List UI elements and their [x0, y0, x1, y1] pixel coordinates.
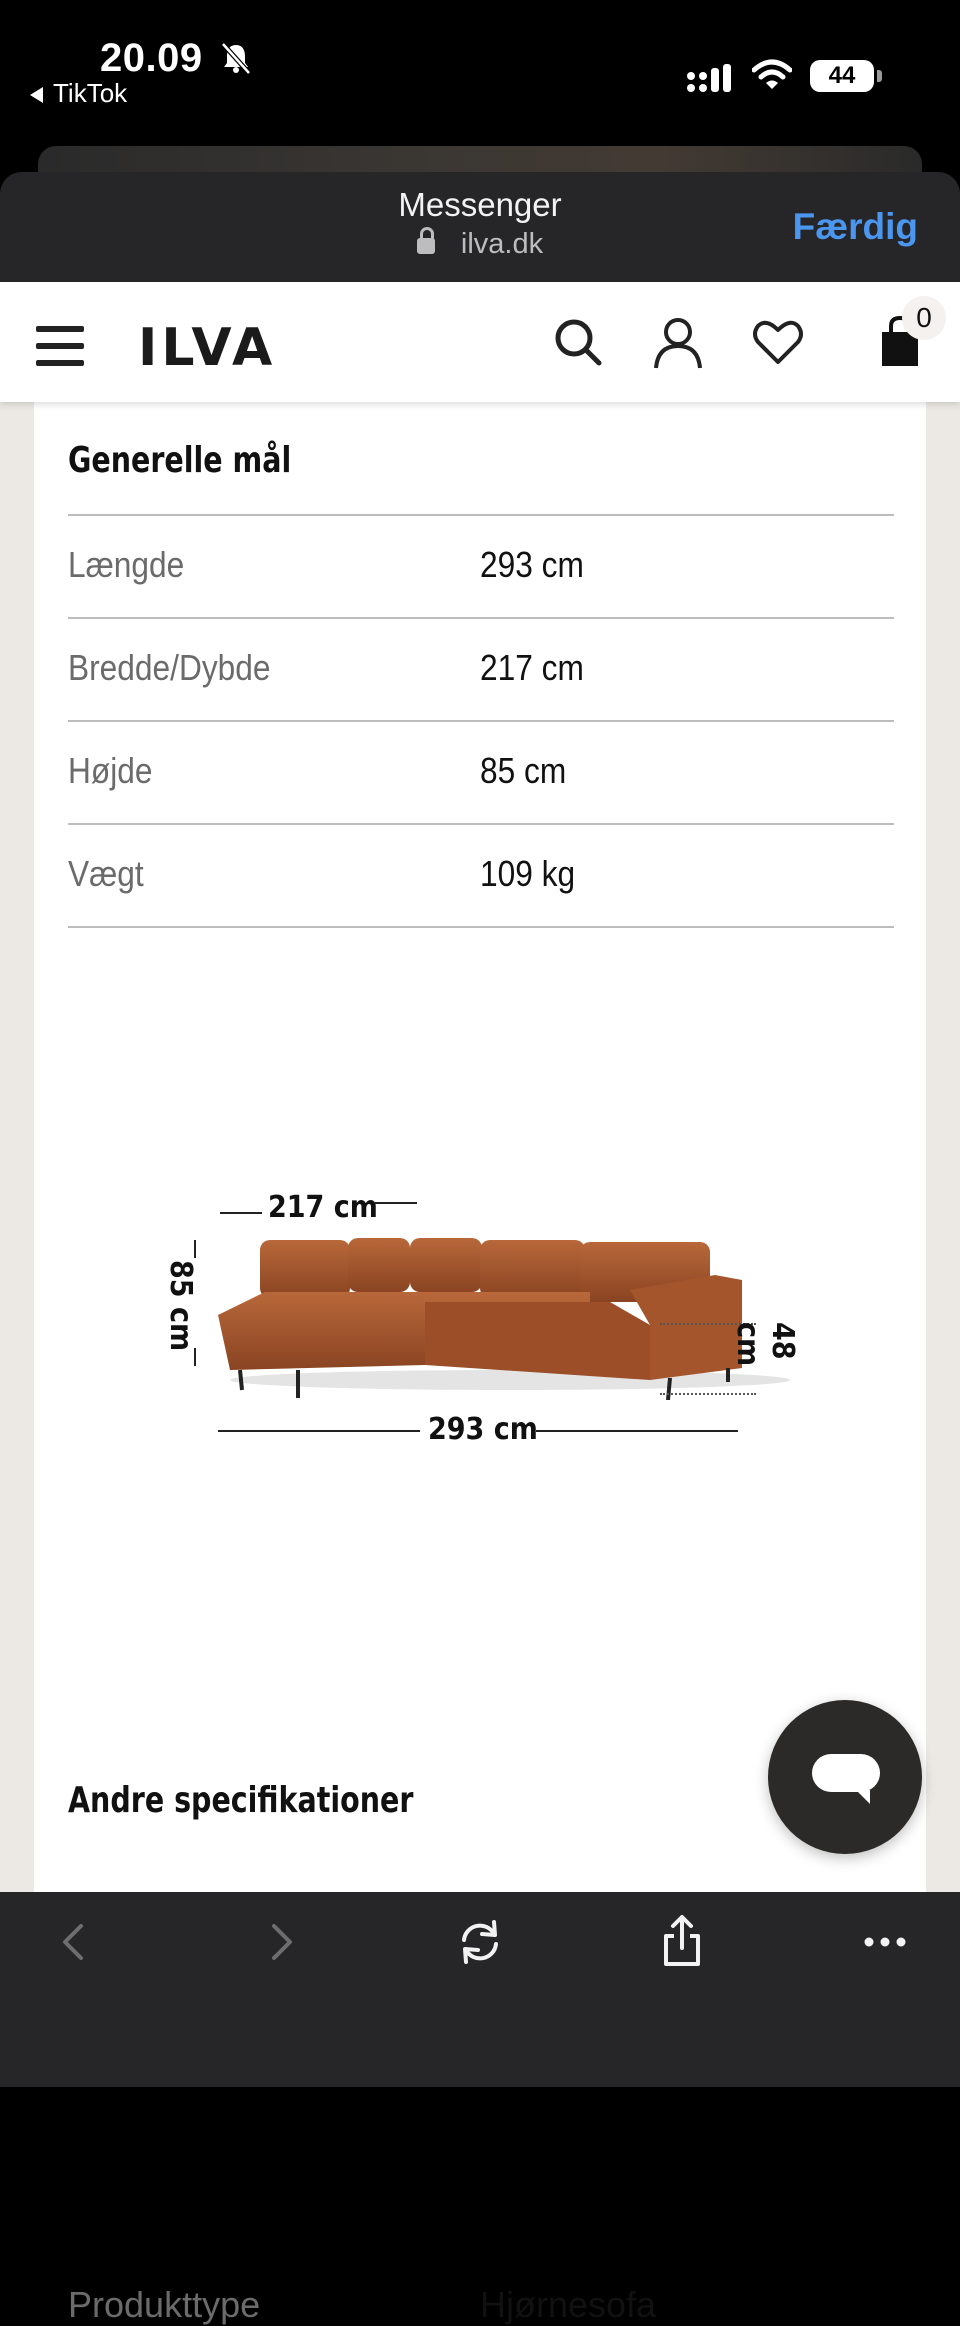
account-icon[interactable] [650, 314, 706, 370]
heart-icon[interactable] [750, 314, 806, 370]
spec-value-width-depth: 217 cm [480, 647, 584, 688]
spec-label-product-type: Produkttype [68, 2284, 261, 2325]
height-dimension-line [194, 1348, 196, 1366]
spec-value-weight: 109 kg [480, 853, 576, 894]
spec-label-weight: Vægt [68, 853, 144, 894]
browser-header: Messenger ilva.dk Færdig [0, 172, 960, 282]
height-dimension-line [194, 1240, 196, 1258]
length-dimension-label: 293 cm [428, 1412, 538, 1447]
spec-label-height: Højde [68, 750, 153, 791]
chat-icon [812, 1754, 880, 1804]
lock-icon [416, 227, 435, 254]
spec-value-product-type: Hjørnesofa [480, 2284, 657, 2325]
bell-muted-icon [221, 42, 251, 75]
seat-height-guide [660, 1393, 756, 1395]
forward-arrow-icon[interactable] [250, 1912, 310, 1972]
cellular-signal-icon [687, 64, 731, 92]
divider [68, 926, 894, 928]
general-dimensions-title: Generelle mål [68, 440, 292, 481]
back-app-label: TikTok [53, 78, 128, 108]
battery-indicator: 44 [810, 60, 882, 92]
site-header: ILVA [0, 282, 960, 402]
depth-dimension-line [375, 1202, 417, 1204]
depth-dimension-line [220, 1212, 262, 1214]
divider [68, 514, 894, 516]
sofa-image [218, 1238, 790, 1400]
done-button[interactable]: Færdig [793, 206, 918, 248]
status-time: 20.09 [100, 36, 203, 80]
spec-value-height: 85 cm [480, 750, 567, 791]
spec-label-width-depth: Bredde/Dybde [68, 647, 271, 688]
wifi-icon [752, 59, 792, 89]
more-options-icon[interactable] [855, 1912, 915, 1972]
length-dimension-line [536, 1430, 738, 1432]
back-triangle-icon [30, 87, 43, 104]
length-dimension-line [218, 1430, 420, 1432]
product-specifications: Generelle mål Længde 293 cm Bredde/Dybde… [34, 402, 926, 2325]
url-text: ilva.dk [460, 228, 544, 260]
spec-label-length: Længde [68, 544, 185, 585]
share-icon[interactable] [652, 1912, 712, 1972]
divider [68, 617, 894, 619]
depth-dimension-label: 217 cm [268, 1190, 378, 1225]
reload-icon[interactable] [450, 1912, 510, 1972]
ilva-logo[interactable]: ILVA [138, 318, 276, 378]
other-specifications-title: Andre specifikationer [68, 1780, 414, 1821]
seat-height-label: 48 cm [730, 1322, 800, 1367]
search-icon[interactable] [550, 314, 606, 370]
browser-toolbar [0, 1892, 960, 2087]
height-dimension-label: 85 cm [163, 1260, 198, 1352]
cart-count-badge: 0 [902, 296, 946, 340]
back-arrow-icon[interactable] [45, 1912, 105, 1972]
sofa-dimension-diagram: 217 cm 85 cm 48 cm 293 cm [150, 1180, 810, 1460]
chat-button[interactable] [768, 1700, 922, 1854]
back-to-app-link[interactable]: TikTok [30, 78, 127, 109]
status-bar: 20.09 TikTok 44 [0, 0, 960, 150]
divider [68, 823, 894, 825]
divider [68, 720, 894, 722]
spec-value-length: 293 cm [480, 544, 584, 585]
menu-icon[interactable] [36, 326, 84, 366]
